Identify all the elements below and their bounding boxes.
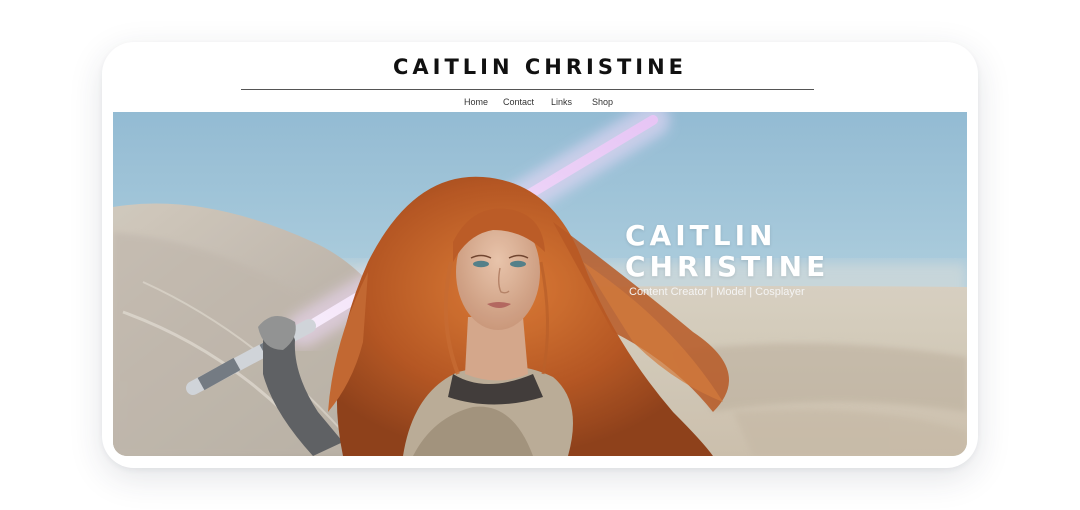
hero-banner: CAITLIN CHRISTINE Content Creator | Mode… (113, 112, 967, 456)
site-title[interactable]: CAITLIN CHRISTINE (102, 55, 978, 79)
nav-home-link[interactable]: Home (464, 97, 488, 107)
screenshot-stage: CAITLIN CHRISTINE Home Contact Links Sho… (0, 0, 1080, 510)
browser-frame: CAITLIN CHRISTINE Home Contact Links Sho… (102, 42, 978, 468)
hero-title-line-1: CAITLIN (625, 219, 777, 252)
nav-links-link[interactable]: Links (551, 97, 572, 107)
nav-shop-link[interactable]: Shop (592, 97, 613, 107)
site-header: CAITLIN CHRISTINE Home Contact Links Sho… (102, 42, 978, 112)
header-divider (241, 89, 814, 90)
hero-title: CAITLIN CHRISTINE (625, 220, 829, 282)
hero-subtitle: Content Creator | Model | Cosplayer (629, 286, 805, 298)
hero-title-line-2: CHRISTINE (625, 250, 830, 283)
hero-photo (113, 112, 967, 456)
nav-contact-link[interactable]: Contact (503, 97, 534, 107)
